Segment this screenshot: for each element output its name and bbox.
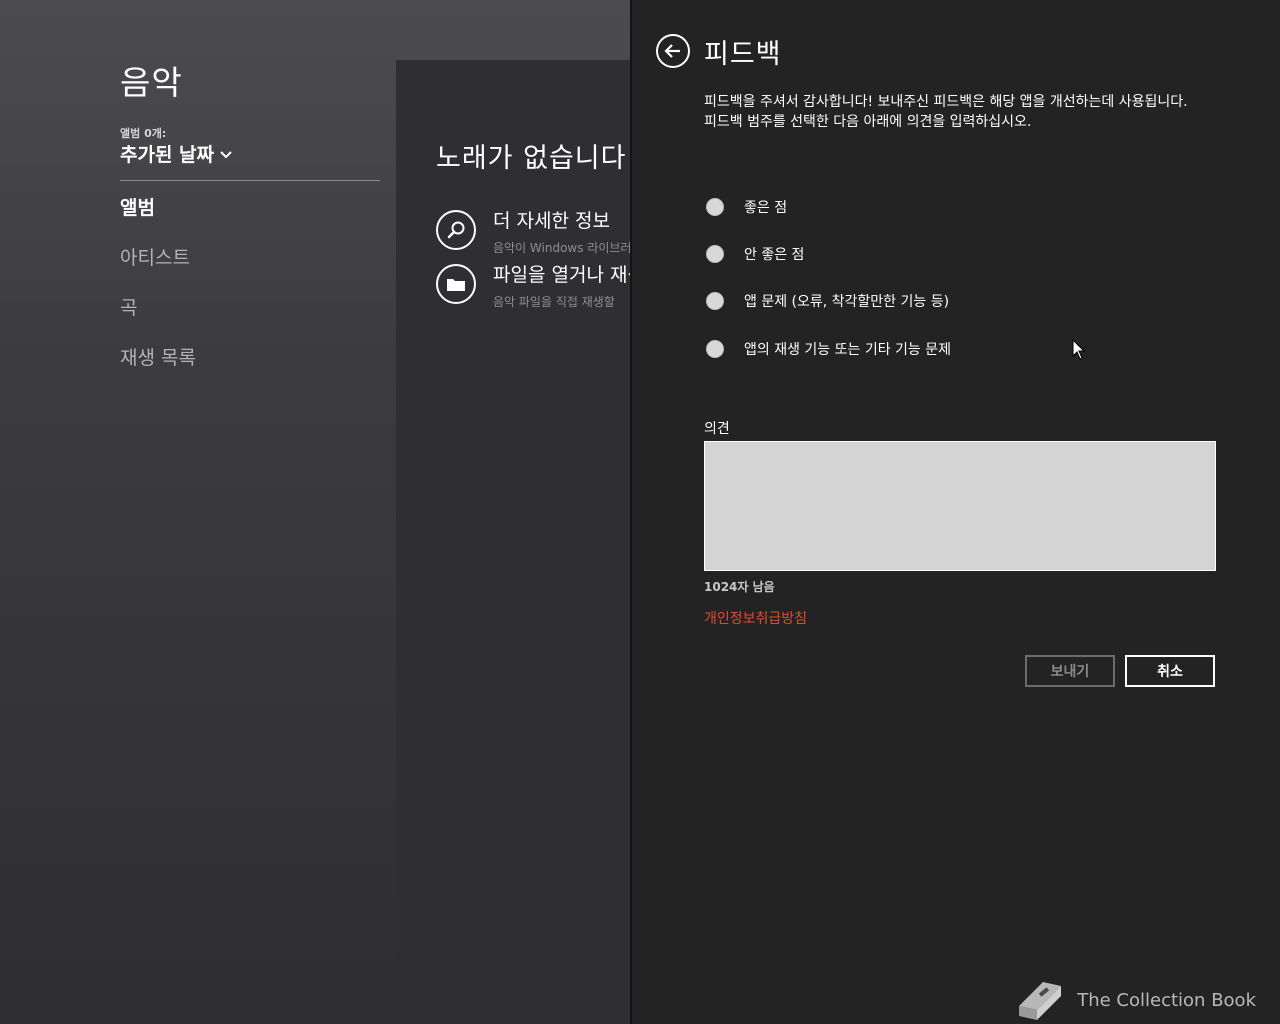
option-dislikes[interactable]: 안 좋은 점 — [706, 244, 804, 264]
option-label: 좋은 점 — [744, 200, 788, 216]
open-file-subtitle: 음악 파일을 직접 재생할 — [493, 295, 615, 309]
back-arrow-icon — [664, 44, 680, 58]
album-count: 앨범 0개: — [120, 127, 167, 140]
option-label: 앱의 재생 기능 또는 기타 기능 문제 — [744, 342, 952, 358]
radio-button[interactable] — [706, 292, 724, 310]
nav-item-albums[interactable]: 앨범 — [120, 193, 155, 220]
opinion-textarea[interactable] — [704, 441, 1216, 571]
privacy-policy-link[interactable]: 개인정보취급방침 — [704, 608, 807, 628]
chevron-down-icon — [220, 151, 232, 159]
cancel-button[interactable]: 취소 — [1125, 655, 1215, 687]
open-file-title: 파일을 열거나 재생 — [493, 264, 645, 286]
flyout-title: 피드백 — [704, 39, 782, 70]
back-button[interactable] — [656, 34, 690, 68]
intro-line-1: 피드백을 주셔서 감사합니다! 보내주신 피드백은 해당 앱을 개선하는데 사용… — [704, 94, 1188, 110]
radio-button[interactable] — [706, 198, 724, 216]
learn-more-action[interactable]: 더 자세한 정보 음악이 Windows 라이브러리 — [436, 206, 643, 256]
sort-dropdown[interactable]: 추가된 날짜 — [120, 140, 232, 167]
chars-remaining: 1024자 남음 — [704, 580, 775, 594]
nav-divider — [120, 180, 380, 181]
radio-button[interactable] — [706, 245, 724, 263]
book-icon — [1019, 982, 1062, 1020]
option-label: 안 좋은 점 — [744, 247, 805, 263]
send-button[interactable]: 보내기 — [1025, 655, 1115, 687]
opinion-label: 의견 — [704, 421, 730, 437]
learn-more-subtitle: 음악이 Windows 라이브러리 — [493, 241, 643, 255]
radio-button[interactable] — [706, 340, 724, 358]
open-file-action[interactable]: 파일을 열거나 재생 음악 파일을 직접 재생할 — [436, 260, 645, 310]
intro-line-2: 피드백 범주를 선택한 다음 아래에 의견을 입력하십시오. — [704, 114, 1032, 130]
sort-label: 추가된 날짜 — [120, 144, 215, 166]
nav-item-artists[interactable]: 아티스트 — [120, 243, 190, 270]
app-title: 음악 — [120, 63, 183, 102]
nav-item-songs[interactable]: 곡 — [120, 293, 137, 320]
learn-more-title: 더 자세한 정보 — [493, 210, 610, 232]
option-label: 앱 문제 (오류, 착각할만한 기능 등) — [744, 294, 950, 310]
option-app-problem[interactable]: 앱 문제 (오류, 착각할만한 기능 등) — [706, 291, 949, 311]
feedback-flyout: 피드백 피드백을 주셔서 감사합니다! 보내주신 피드백은 해당 앱을 개선하는… — [630, 0, 1280, 1024]
option-playback-problem[interactable]: 앱의 재생 기능 또는 기타 기능 문제 — [706, 339, 951, 359]
search-icon — [436, 210, 476, 250]
intro-text: 피드백을 주셔서 감사합니다! 보내주신 피드백은 해당 앱을 개선하는데 사용… — [704, 92, 1224, 132]
option-likes[interactable]: 좋은 점 — [706, 197, 787, 217]
folder-icon — [436, 264, 476, 304]
empty-state-title: 노래가 없습니다 — [436, 143, 627, 174]
screen: 음악 앨범 0개: 추가된 날짜 앨범 아티스트 곡 재생 목록 노래가 없습니… — [0, 0, 1280, 1024]
nav-item-playlists[interactable]: 재생 목록 — [120, 343, 196, 370]
mouse-cursor-icon — [1072, 339, 1086, 360]
content-panel: 노래가 없습니다 더 자세한 정보 음악이 Windows 라이브러리 파일을 … — [396, 60, 656, 1024]
watermark-text: The Collection Book — [1077, 989, 1256, 1011]
watermark: The Collection Book — [1013, 976, 1256, 1024]
